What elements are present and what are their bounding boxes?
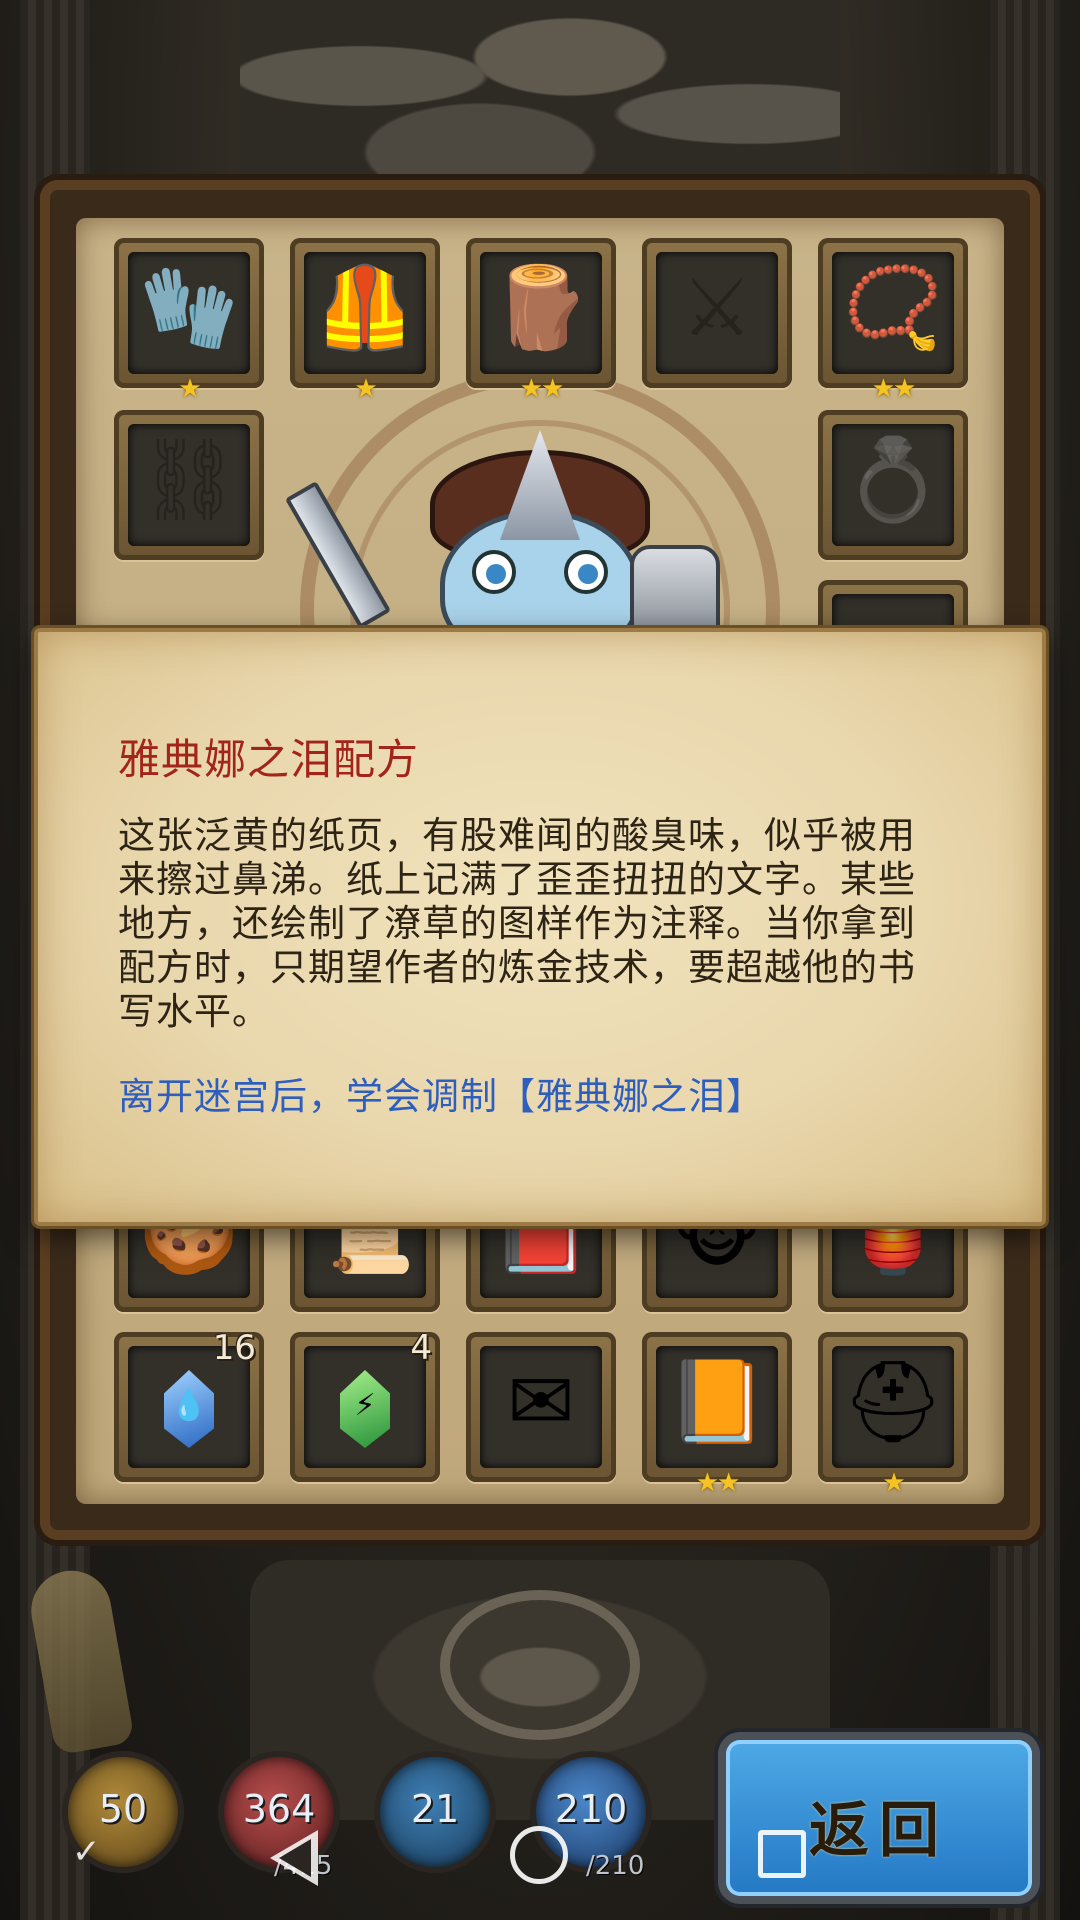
sealed-letter-icon: ✉: [507, 1355, 575, 1448]
crossbow-placeholder-icon: ⚔: [681, 261, 753, 354]
item-count: 16: [212, 1328, 256, 1368]
item-count: 4: [410, 1328, 432, 1368]
bag-slot-blue-crystal[interactable]: 💧 16: [114, 1328, 264, 1482]
slot-stars: ★★: [519, 374, 565, 404]
stone-ceiling: [240, 0, 840, 190]
equip-slot-gloves[interactable]: 🧤 ★: [114, 238, 264, 404]
item-effect: 离开迷宫后，学会调制【雅典娜之泪】: [118, 1075, 764, 1118]
bag-slot-helmet[interactable]: ⛑ ★: [818, 1332, 968, 1498]
floor-circle: [440, 1590, 640, 1740]
golden-tome-icon: 📙: [667, 1355, 767, 1448]
slot-stars: ★: [178, 374, 201, 404]
bag-slot-tome[interactable]: 📙 ★★: [642, 1332, 792, 1498]
belt-placeholder-icon: ⛓: [138, 433, 240, 526]
bag-slot-green-crystal[interactable]: ⚡ 4: [290, 1328, 440, 1482]
equip-slot-belt[interactable]: ⛓: [114, 410, 264, 560]
recent-apps-icon[interactable]: [758, 1830, 806, 1878]
chevron-down-icon[interactable]: ✓: [72, 1832, 101, 1872]
sapphire-necklace-icon: 📿: [843, 261, 943, 354]
equip-slot-weapon[interactable]: 🪵 ★★: [466, 238, 616, 404]
ring-placeholder-icon: 💍: [843, 433, 943, 526]
system-nav-bar: ✓: [0, 1770, 1080, 1920]
lightning-icon: ⚡: [354, 1388, 376, 1423]
equip-slot-offhand[interactable]: ⚔: [642, 238, 792, 388]
slot-stars: ★★: [871, 374, 917, 404]
horned-helmet-icon: ⛑: [842, 1355, 944, 1448]
home-icon[interactable]: [510, 1826, 568, 1884]
back-icon[interactable]: [270, 1830, 318, 1886]
hero-eye-left: [472, 550, 516, 594]
item-description: 这张泛黄的纸页，有股难闻的酸臭味，似乎被用来擦过鼻涕。纸上记满了歪歪扭扭的文字。…: [118, 814, 916, 1033]
equip-slot-armor[interactable]: 🦺 ★: [290, 238, 440, 404]
gauntlet-icon: 🧤: [139, 261, 239, 354]
equip-slot-necklace[interactable]: 📿 ★★: [818, 238, 968, 404]
water-drop-icon: 💧: [170, 1388, 208, 1423]
item-title: 雅典娜之泪配方: [118, 735, 420, 784]
bag-slot-recipe[interactable]: ✉: [466, 1332, 616, 1482]
hero-shoulder-armor: [630, 545, 720, 635]
wooden-staff-icon: 🪵: [491, 261, 591, 354]
equip-slot-ring[interactable]: 💍: [818, 410, 968, 560]
hero-eye-right: [564, 550, 608, 594]
slot-stars: ★: [882, 1468, 905, 1498]
slot-stars: ★★: [695, 1468, 741, 1498]
chest-armor-icon: 🦺: [315, 261, 415, 354]
slot-stars: ★: [354, 374, 377, 404]
